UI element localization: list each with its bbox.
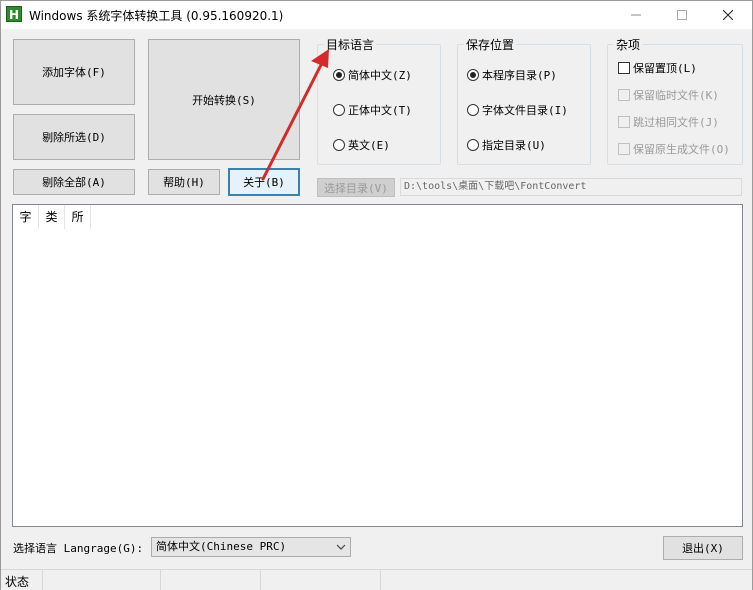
radio-font-file-dir[interactable]: 字体文件目录(I) xyxy=(467,102,568,118)
checkbox-label: 跳过相同文件(J) xyxy=(633,116,719,129)
checkbox-icon xyxy=(618,116,630,128)
radio-label: 指定目录(U) xyxy=(482,139,546,152)
status-cell xyxy=(43,570,161,590)
radio-label: 英文(E) xyxy=(348,139,390,152)
maximize-icon[interactable] xyxy=(659,1,705,29)
radio-selected-icon xyxy=(467,69,479,81)
title-bar: H Windows 系统字体转换工具 (0.95.160920.1) xyxy=(1,1,752,29)
chevron-down-icon xyxy=(336,538,346,562)
checkbox-keep-temp-files[interactable]: 保留临时文件(K) xyxy=(618,87,719,103)
output-path-field[interactable]: D:\tools\桌面\下载吧\FontConvert xyxy=(400,178,742,196)
add-font-button[interactable]: 添加字体(F) xyxy=(13,39,135,105)
radio-label: 正体中文(T) xyxy=(348,104,412,117)
radio-label: 简体中文(Z) xyxy=(348,69,412,82)
column-header-name[interactable]: 字 xyxy=(13,205,39,229)
checkbox-icon xyxy=(618,62,630,74)
radio-english[interactable]: 英文(E) xyxy=(333,137,390,153)
target-language-title: 目标语言 xyxy=(324,36,377,53)
minimize-icon[interactable] xyxy=(613,1,659,29)
status-bar: 状态 xyxy=(1,569,752,590)
checkbox-keep-original-output[interactable]: 保留原生成文件(O) xyxy=(618,141,730,157)
misc-title: 杂项 xyxy=(614,36,643,53)
radio-traditional-chinese[interactable]: 正体中文(T) xyxy=(333,102,412,118)
checkbox-label: 保留原生成文件(O) xyxy=(633,143,730,156)
radio-selected-icon xyxy=(333,69,345,81)
checkbox-keep-on-top[interactable]: 保留置顶(L) xyxy=(618,60,697,76)
checkbox-skip-same-files[interactable]: 跳过相同文件(J) xyxy=(618,114,719,130)
status-text: 状态 xyxy=(5,575,30,589)
radio-icon xyxy=(467,139,479,151)
column-header-location[interactable]: 所 xyxy=(65,205,91,229)
radio-program-dir[interactable]: 本程序目录(P) xyxy=(467,67,557,83)
about-button[interactable]: 关于(B) xyxy=(228,168,300,196)
radio-icon xyxy=(333,139,345,151)
column-header-type[interactable]: 类 xyxy=(39,205,65,229)
app-window: H Windows 系统字体转换工具 (0.95.160920.1) 添加字体(… xyxy=(0,0,753,590)
radio-custom-dir[interactable]: 指定目录(U) xyxy=(467,137,546,153)
status-cell xyxy=(161,570,261,590)
checkbox-icon xyxy=(618,143,630,155)
checkbox-label: 保留临时文件(K) xyxy=(633,89,719,102)
status-cell: 状态 xyxy=(1,570,43,590)
remove-all-button[interactable]: 剔除全部(A) xyxy=(13,169,135,195)
remove-selected-button[interactable]: 剔除所选(D) xyxy=(13,114,135,160)
ui-language-value: 简体中文(Chinese PRC) xyxy=(156,540,287,553)
checkbox-label: 保留置顶(L) xyxy=(633,62,697,75)
radio-icon xyxy=(333,104,345,116)
save-location-title: 保存位置 xyxy=(464,36,517,53)
ui-language-select[interactable]: 简体中文(Chinese PRC) xyxy=(151,537,351,557)
font-file-list[interactable]: 字 类 所 xyxy=(12,204,743,527)
radio-label: 本程序目录(P) xyxy=(482,69,557,82)
choose-directory-button[interactable]: 选择目录(V) xyxy=(317,178,395,197)
radio-label: 字体文件目录(I) xyxy=(482,104,568,117)
start-convert-button[interactable]: 开始转换(S) xyxy=(148,39,300,160)
help-button[interactable]: 帮助(H) xyxy=(148,169,220,195)
status-cell xyxy=(261,570,381,590)
checkbox-icon xyxy=(618,89,630,101)
ui-language-label: 选择语言 Langrage(G): xyxy=(13,542,144,555)
window-title: Windows 系统字体转换工具 (0.95.160920.1) xyxy=(29,9,284,23)
app-h-icon: H xyxy=(6,6,22,22)
radio-icon xyxy=(467,104,479,116)
exit-button[interactable]: 退出(X) xyxy=(663,536,743,560)
radio-simplified-chinese[interactable]: 简体中文(Z) xyxy=(333,67,412,83)
close-icon[interactable] xyxy=(705,1,751,29)
